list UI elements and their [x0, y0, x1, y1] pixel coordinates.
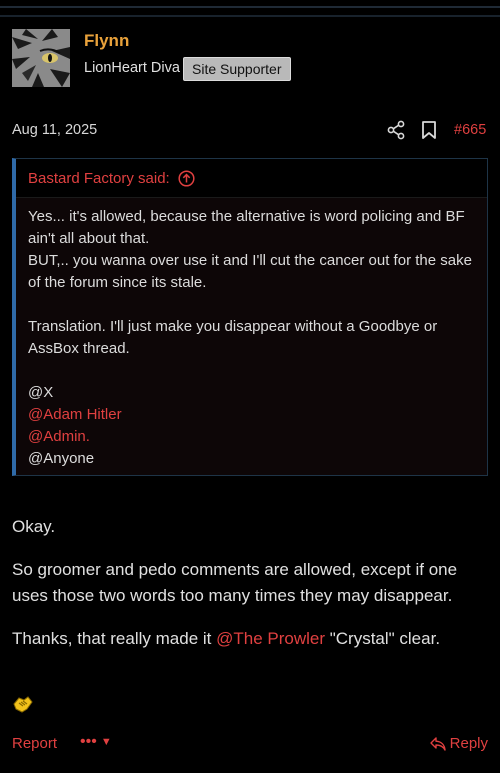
top-divider-secondary — [0, 15, 500, 17]
post-paragraph: Thanks, that really made it @The Prowler… — [12, 626, 492, 652]
chevron-down-icon: ▼ — [100, 736, 112, 748]
bookmark-icon[interactable] — [420, 120, 438, 140]
quote-mention-plain: @Anyone — [28, 450, 95, 467]
quote-mention-plain: @X — [28, 384, 54, 401]
post-text: "Crystal" clear. — [325, 629, 441, 648]
post-paragraph: Okay. — [12, 517, 56, 536]
share-icon[interactable] — [386, 120, 406, 140]
post-text: Thanks, that really made it — [12, 629, 217, 648]
quote-mention-link[interactable]: @Adam Hitler — [28, 404, 475, 426]
quote-line: Translation. I'll just make you disappea… — [28, 318, 438, 357]
quote-body: Yes... it's allowed, because the alterna… — [16, 198, 487, 470]
post-paragraph: So groomer and pedo comments are allowed… — [12, 560, 458, 605]
handshake-icon[interactable] — [12, 694, 34, 714]
quote-header: Bastard Factory said: — [16, 159, 487, 198]
reply-label: Reply — [449, 735, 488, 752]
quote-mention-link[interactable]: @Admin. — [28, 426, 475, 448]
report-link[interactable]: Report — [12, 735, 57, 752]
user-title: LionHeart Diva — [84, 60, 180, 76]
post-number[interactable]: #665 — [454, 122, 486, 138]
more-dots: ••• — [80, 733, 97, 750]
quote-author[interactable]: Bastard Factory said: — [28, 170, 170, 187]
user-banner: Site Supporter — [183, 57, 291, 81]
reply-icon — [429, 736, 446, 751]
post-date[interactable]: Aug 11, 2025 — [12, 122, 97, 138]
arrow-up-circle-icon[interactable] — [178, 169, 195, 187]
username[interactable]: Flynn — [84, 31, 129, 51]
quote-line: BUT,.. you wanna over use it and I'll cu… — [28, 252, 472, 291]
avatar[interactable] — [12, 29, 70, 87]
quote-block: Bastard Factory said: Yes... it's allowe… — [12, 158, 488, 476]
tiger-avatar-image — [12, 29, 70, 87]
mention-link[interactable]: @The Prowler — [216, 629, 325, 648]
quote-line: Yes... it's allowed, because the alterna… — [28, 208, 465, 247]
top-divider — [0, 6, 500, 8]
reply-button[interactable]: Reply — [429, 735, 488, 752]
post-body: Okay. So groomer and pedo comments are a… — [12, 514, 492, 669]
more-options-button[interactable]: ••• ▼ — [80, 733, 112, 751]
